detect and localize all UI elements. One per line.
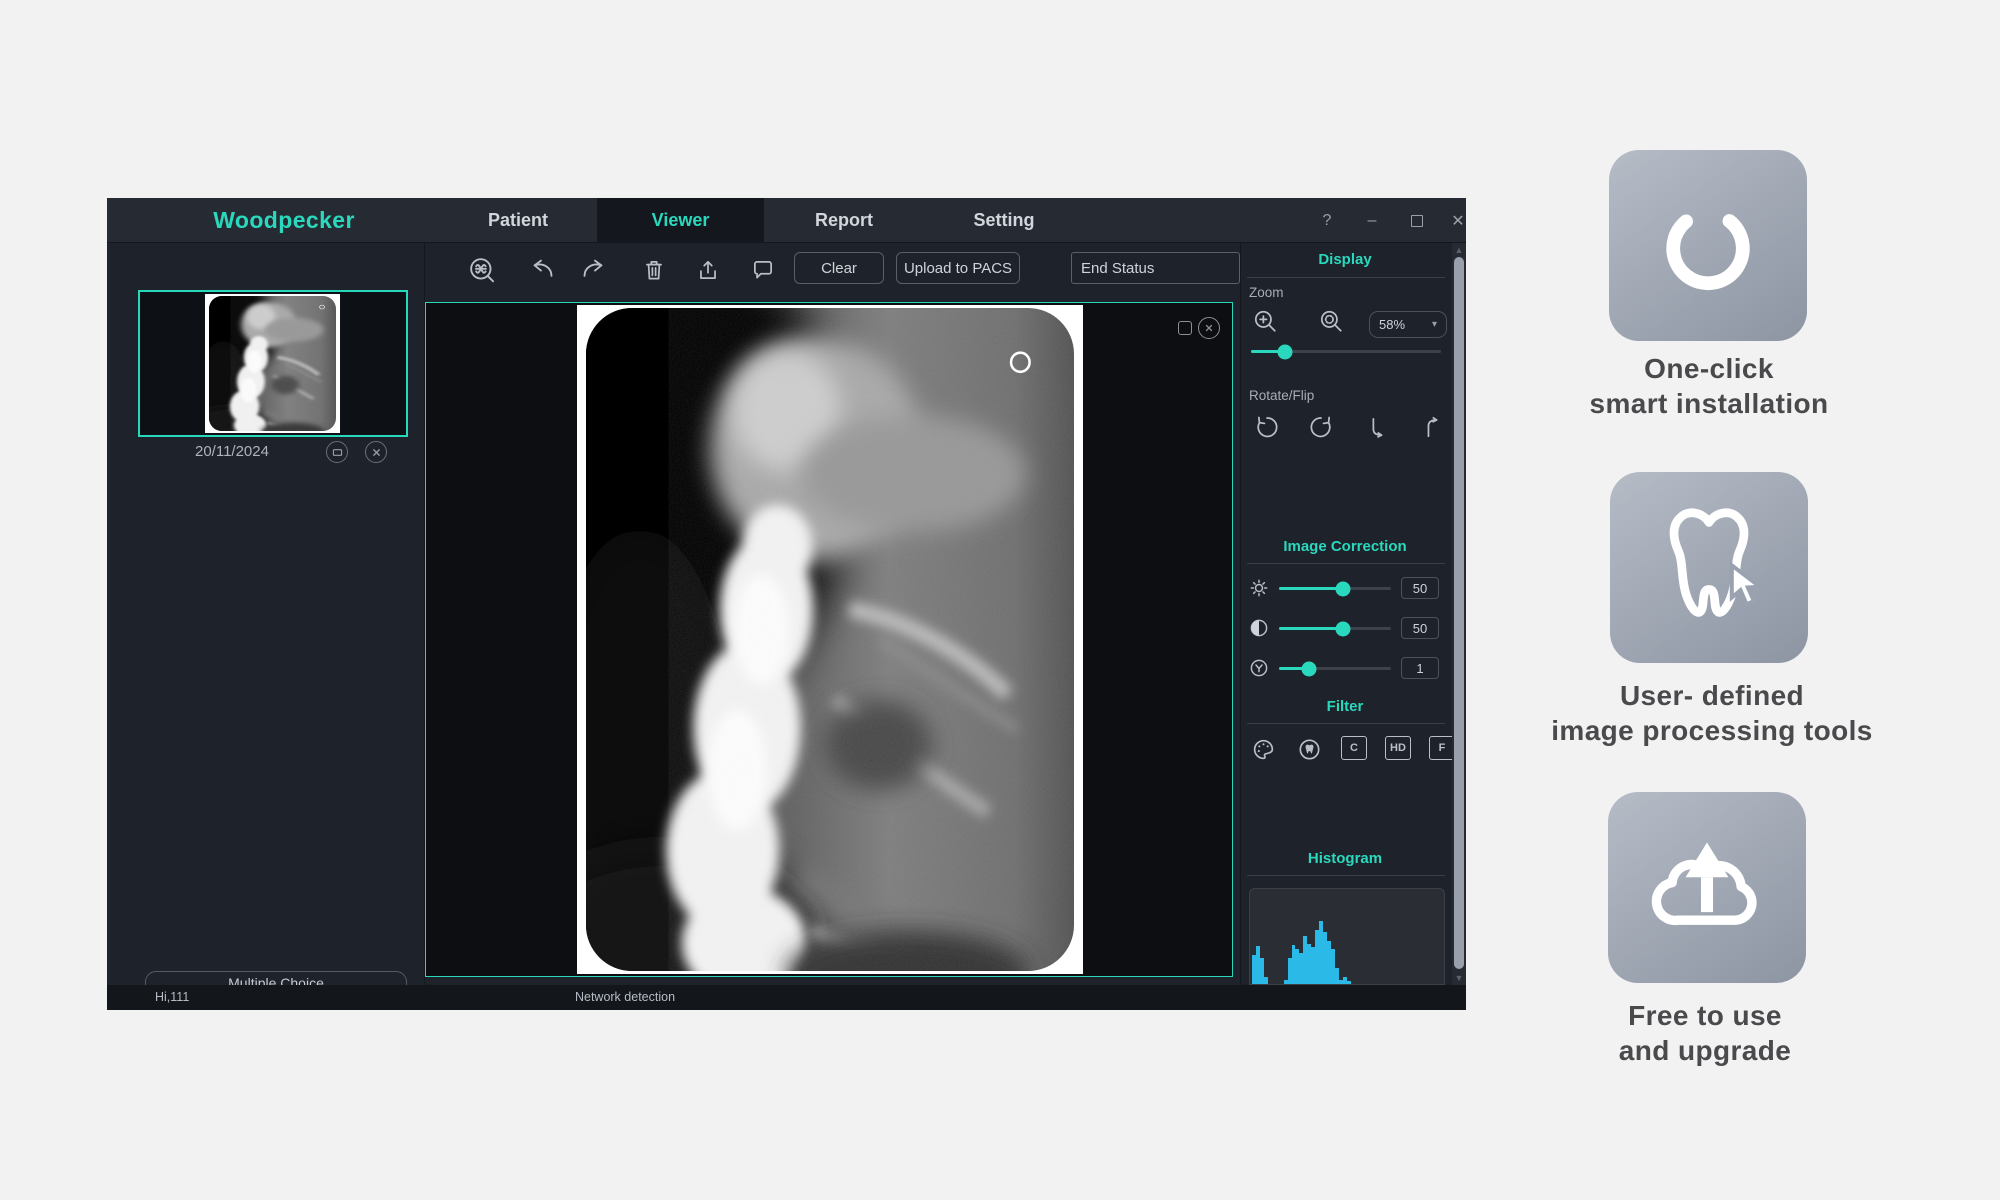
flip-vertical-icon[interactable] [1415,413,1443,441]
image-correction-title: Image Correction [1241,538,1449,555]
feature-tile-upgrade [1608,792,1806,983]
undo-icon[interactable] [524,253,558,287]
tooth-cursor-icon [1642,501,1776,635]
thumbnail-comment-icon[interactable] [326,441,348,463]
divider [1247,875,1445,876]
rotate-flip-label: Rotate/Flip [1249,388,1314,403]
xray-film [577,305,1083,974]
brand-logo: Woodpecker [214,198,354,243]
scroll-up-icon[interactable]: ▲ [1452,243,1466,257]
top-bar: Woodpecker Patient Viewer Report Setting… [107,198,1466,243]
divider [1247,563,1445,564]
display-section-title: Display [1241,251,1449,268]
delete-icon[interactable] [637,253,671,287]
contrast-slider[interactable] [1279,627,1391,630]
thumbnail-sidebar: 20/11/2024 Multiple Choice All images ▾ [107,243,425,985]
filter-section-title: Filter [1241,698,1449,715]
thumbnail-xray [209,296,336,431]
app-window: Woodpecker Patient Viewer Report Setting… [107,198,1466,1010]
scroll-down-icon[interactable]: ▼ [1452,971,1466,985]
panel-scrollbar[interactable]: ▲ ▼ [1452,243,1466,985]
cloud-upload-icon [1640,821,1774,955]
rotate-right-icon[interactable] [1307,413,1335,441]
power-ring-icon [1648,186,1768,306]
chevron-down-icon: ▾ [1432,319,1437,330]
histogram-section-title: Histogram [1241,850,1449,867]
filter-c-icon[interactable]: C [1341,736,1367,760]
brightness-icon [1247,576,1271,600]
tooth-filter-icon[interactable] [1295,735,1323,763]
zoom-slider[interactable] [1251,350,1441,353]
display-panel: Display Zoom 58% ▾ Rotate/Flip Image Cor… [1240,243,1466,985]
upload-to-pacs-button[interactable]: Upload to PACS [896,252,1020,284]
histogram-bars [1252,897,1442,984]
tab-viewer[interactable]: Viewer [597,198,764,243]
brightness-slider[interactable] [1279,587,1391,590]
feature-tile-installation [1609,150,1807,341]
zoom-level-dropdown[interactable]: 58% ▾ [1369,311,1447,338]
tooth-position-icon[interactable] [465,253,499,287]
rotate-left-icon[interactable] [1253,413,1281,441]
viewer-canvas[interactable] [425,302,1233,977]
zoom-level-value: 58% [1379,317,1405,332]
divider [1247,723,1445,724]
help-icon[interactable]: ? [1313,198,1341,243]
status-user: Hi,111 [155,990,189,1004]
clear-button[interactable]: Clear [794,252,884,284]
minimize-icon[interactable]: – [1358,198,1386,243]
xray-image [586,308,1074,971]
zoom-fit-icon[interactable] [1317,307,1345,335]
divider [1247,277,1445,278]
histogram-chart [1249,888,1445,985]
select-region-icon[interactable] [1178,321,1192,335]
tab-setting[interactable]: Setting [944,198,1064,243]
tab-report[interactable]: Report [784,198,904,243]
viewer-toolbar: Clear Upload to PACS End Status [425,243,1240,298]
palette-filter-icon[interactable] [1249,735,1277,763]
close-icon[interactable]: ✕ [1444,198,1466,243]
thumbnail-selected[interactable] [138,290,408,437]
thumbnail-date: 20/11/2024 [195,443,269,460]
end-status-field[interactable]: End Status [1071,252,1240,284]
filter-hd-icon[interactable]: HD [1385,736,1411,760]
thumbnail-film [205,294,340,433]
redo-icon[interactable] [578,253,612,287]
contrast-icon [1247,616,1271,640]
maximize-icon[interactable] [1403,198,1431,243]
export-icon[interactable] [691,253,725,287]
gamma-slider[interactable] [1279,667,1391,670]
feature-text-installation: One-click smart installation [1479,351,1939,421]
contrast-value[interactable]: 50 [1401,617,1439,639]
status-network: Network detection [575,990,675,1004]
zoom-label: Zoom [1249,285,1284,300]
feature-text-upgrade: Free to use and upgrade [1475,998,1935,1068]
close-image-icon[interactable] [1198,317,1220,339]
comment-icon[interactable] [746,253,780,287]
tab-patient[interactable]: Patient [458,198,578,243]
thumbnail-delete-icon[interactable] [365,441,387,463]
flip-horizontal-icon[interactable] [1361,413,1389,441]
gamma-icon [1247,656,1271,680]
gamma-value[interactable]: 1 [1401,657,1439,679]
feature-text-tools: User- defined image processing tools [1482,678,1942,748]
scrollbar-thumb[interactable] [1454,257,1464,969]
feature-tile-tools [1610,472,1808,663]
brightness-value[interactable]: 50 [1401,577,1439,599]
zoom-in-icon[interactable] [1251,307,1279,335]
status-bar: Hi,111 Network detection [107,985,1466,1010]
